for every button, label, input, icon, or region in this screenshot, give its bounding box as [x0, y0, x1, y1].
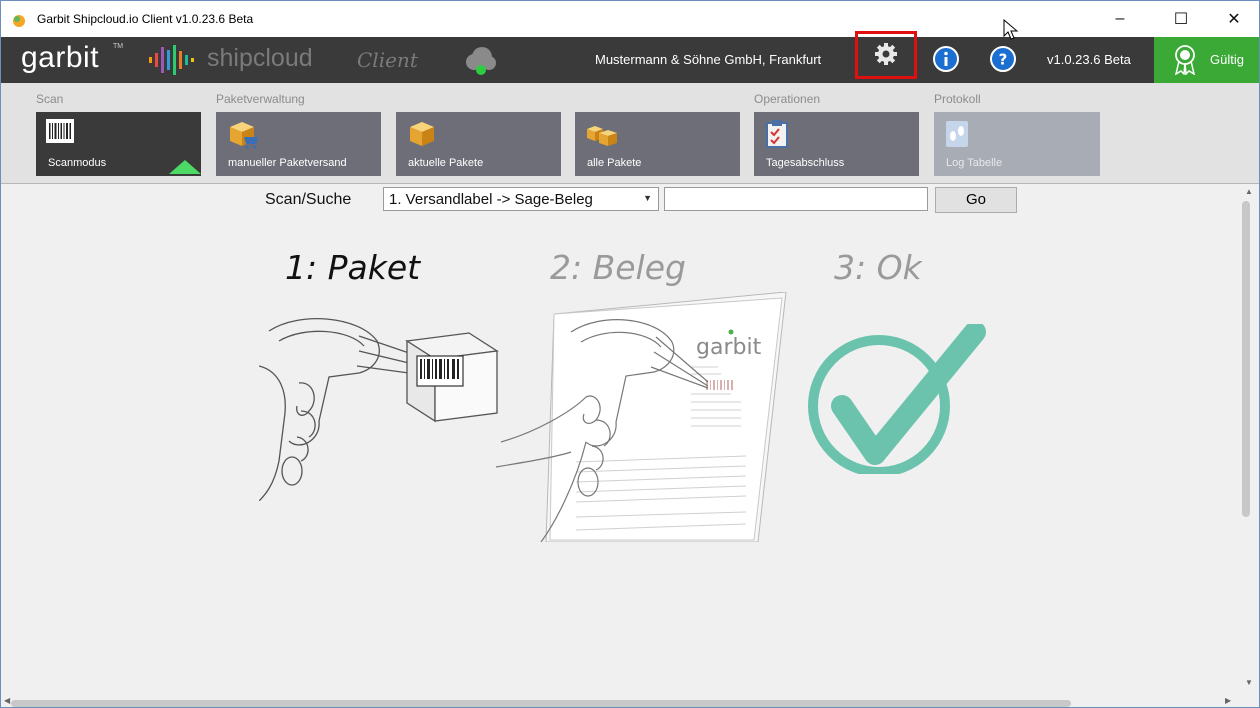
scan-package-illustration — [259, 318, 499, 501]
tile-aktuelle-pakete[interactable]: aktuelle Pakete — [396, 112, 561, 176]
scan-search-label: Scan/Suche — [265, 191, 352, 208]
group-label-scan: Scan — [36, 92, 64, 106]
step-1-label: 1: Paket — [285, 248, 421, 287]
tile-manueller-paketversand[interactable]: manueller Paketversand — [216, 112, 381, 176]
minimize-button[interactable]: – — [1097, 1, 1143, 37]
scan-mode-select[interactable]: 1. Versandlabel -> Sage-Beleg ▼ — [383, 187, 659, 211]
tile-label: Log Tabelle — [946, 157, 1003, 169]
step-2-label: 2: Beleg — [550, 248, 686, 287]
scan-input[interactable] — [664, 187, 928, 211]
active-tile-indicator — [169, 160, 201, 174]
cloud-status-icon — [466, 47, 496, 75]
header-bar: garbit TM shipcloud Client Mustermann & … — [1, 31, 1259, 83]
barcode-icon — [46, 119, 74, 143]
tile-label: Scanmodus — [48, 157, 107, 169]
garbit-logo: garbit — [21, 41, 100, 74]
info-icon[interactable] — [932, 45, 960, 73]
title-bar: Garbit Shipcloud.io Client v1.0.23.6 Bet… — [1, 1, 1259, 37]
settings-highlight — [855, 31, 917, 79]
step-3-label: 3: Ok — [834, 248, 922, 287]
scroll-left-arrow-icon[interactable]: ◀ — [4, 696, 10, 705]
group-label-operationen: Operationen — [754, 92, 821, 106]
app-window: Garbit Shipcloud.io Client v1.0.23.6 Bet… — [0, 0, 1260, 708]
license-status[interactable]: Gültig — [1154, 37, 1259, 83]
tile-label: manueller Paketversand — [228, 157, 347, 169]
scroll-up-arrow-icon[interactable]: ▲ — [1245, 187, 1253, 196]
clipboard-icon — [766, 120, 788, 148]
scroll-down-arrow-icon[interactable]: ▼ — [1245, 678, 1253, 687]
group-label-paketverwaltung: Paketverwaltung — [216, 92, 305, 106]
horizontal-scroll-thumb[interactable] — [11, 700, 1071, 707]
company-name: Mustermann & Söhne GmbH, Frankfurt — [595, 52, 822, 67]
app-logo-icon — [13, 15, 25, 27]
check-circle-icon — [808, 324, 986, 474]
tile-label: Tagesabschluss — [766, 157, 845, 169]
window-title: Garbit Shipcloud.io Client v1.0.23.6 Bet… — [37, 12, 254, 26]
scan-document-illustration: garbit — [496, 292, 787, 542]
tile-label: aktuelle Pakete — [408, 157, 484, 169]
client-logo: Client — [357, 48, 418, 72]
gear-icon[interactable] — [874, 42, 898, 66]
license-status-label: Gültig — [1210, 52, 1244, 67]
shipcloud-logo: shipcloud — [207, 44, 313, 72]
vertical-scroll-thumb[interactable] — [1242, 201, 1250, 517]
footprint-icon — [946, 121, 968, 147]
trademark-mark: TM — [113, 43, 124, 50]
ribbon-toolbar: Scan Paketverwaltung Operationen Protoko… — [1, 83, 1259, 184]
maximize-button[interactable]: ☐ — [1158, 1, 1204, 37]
soundwave-logo-icon — [149, 45, 194, 75]
award-icon — [1174, 45, 1196, 75]
tile-log-tabelle[interactable]: Log Tabelle — [934, 112, 1100, 176]
help-icon[interactable]: ? — [989, 45, 1017, 73]
group-label-protokoll: Protokoll — [934, 92, 981, 106]
tile-alle-pakete[interactable]: alle Pakete — [575, 112, 740, 176]
main-content: Scan/Suche 1. Versandlabel -> Sage-Beleg… — [1, 184, 1259, 690]
tile-label: alle Pakete — [587, 157, 642, 169]
scroll-right-arrow-icon[interactable]: ▶ — [1225, 696, 1231, 705]
scan-mode-value: 1. Versandlabel -> Sage-Beleg — [389, 191, 593, 208]
close-button[interactable]: ✕ — [1211, 1, 1257, 37]
chevron-down-icon: ▼ — [643, 193, 652, 203]
packages-icon — [587, 126, 617, 146]
package-cart-icon — [230, 122, 258, 149]
go-button[interactable]: Go — [935, 187, 1017, 213]
mouse-cursor-icon — [1003, 19, 1019, 40]
version-label: v1.0.23.6 Beta — [1047, 52, 1131, 67]
svg-text:?: ? — [999, 51, 1008, 69]
package-icon — [410, 122, 434, 146]
document-logo: garbit — [696, 335, 762, 360]
tile-tagesabschluss[interactable]: Tagesabschluss — [754, 112, 919, 176]
